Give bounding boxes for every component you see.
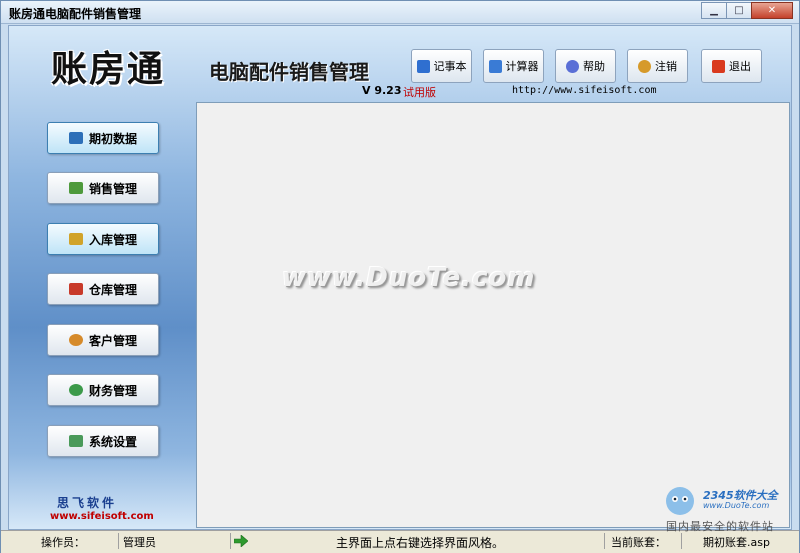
sidebar-item-initial-data[interactable]: 期初数据 xyxy=(47,122,159,154)
main-panel: 账房通 电脑配件销售管理 V 9.23 试用版 http://www.sifei… xyxy=(8,25,792,530)
logout-label: 注销 xyxy=(655,60,677,73)
sidebar-item-settings[interactable]: 系统设置 xyxy=(47,425,159,457)
company-brand: 思飞软件 xyxy=(57,496,118,510)
notepad-icon xyxy=(416,59,430,73)
sidebar-item-label: 销售管理 xyxy=(88,181,137,196)
status-divider xyxy=(604,533,605,549)
calculator-label: 计算器 xyxy=(505,60,539,73)
sales-icon xyxy=(68,182,83,194)
users-icon xyxy=(638,59,651,73)
minimize-button[interactable]: ▁ xyxy=(701,2,727,19)
notepad-label: 记事本 xyxy=(433,60,467,73)
sidebar-item-label: 入库管理 xyxy=(88,232,137,247)
badge-url: www.DuoTe.com xyxy=(703,501,770,510)
account-value: 期初账套.asp xyxy=(703,536,770,549)
status-divider xyxy=(681,533,682,549)
sidebar-item-label: 系统设置 xyxy=(88,434,137,449)
logout-button[interactable]: 注销 xyxy=(627,49,688,83)
help-button[interactable]: 帮助 xyxy=(555,49,616,83)
close-button[interactable]: ✕ xyxy=(751,2,793,19)
power-icon xyxy=(712,59,725,73)
app-logo: 账房通 xyxy=(51,48,166,90)
help-icon xyxy=(566,59,579,73)
site-badge: 2345软件大全 www.DuoTe.com 国内最安全的软件站 xyxy=(656,481,796,533)
workspace-area[interactable]: www.DuoTe.com xyxy=(196,102,790,528)
arrow-right-icon xyxy=(234,535,248,547)
title-bar[interactable]: 账房通电脑配件销售管理 ▁ □ ✕ xyxy=(1,1,799,24)
notepad-button[interactable]: 记事本 xyxy=(411,49,472,83)
sidebar-item-stock-in[interactable]: 入库管理 xyxy=(47,223,159,255)
operator-label: 操作员： xyxy=(41,536,85,549)
sidebar-item-label: 期初数据 xyxy=(88,131,137,146)
exit-button[interactable]: 退出 xyxy=(701,49,762,83)
help-label: 帮助 xyxy=(583,60,605,73)
edition-label: 试用版 xyxy=(403,86,436,99)
warehouse-icon xyxy=(68,283,83,295)
watermark: www.DuoTe.com xyxy=(282,263,536,293)
sidebar-item-label: 仓库管理 xyxy=(88,282,137,297)
badge-caption: 国内最安全的软件站 xyxy=(666,520,774,533)
maximize-button[interactable]: □ xyxy=(726,2,752,19)
status-divider xyxy=(118,533,119,549)
sidebar-item-warehouse[interactable]: 仓库管理 xyxy=(47,273,159,305)
mascot-icon xyxy=(666,487,694,515)
calculator-button[interactable]: 计算器 xyxy=(483,49,544,83)
exit-label: 退出 xyxy=(729,60,751,73)
version-label: V 9.23 xyxy=(362,84,402,97)
status-hint: 主界面上点右键选择界面风格。 xyxy=(336,536,505,550)
window-controls: ▁ □ ✕ xyxy=(701,2,793,19)
sidebar-item-sales[interactable]: 销售管理 xyxy=(47,172,159,204)
operator-value: 管理员 xyxy=(123,536,156,549)
account-label: 当前账套： xyxy=(611,536,666,549)
finance-icon xyxy=(68,384,83,396)
sidebar-item-finance[interactable]: 财务管理 xyxy=(47,374,159,406)
customers-icon xyxy=(68,334,83,346)
app-window: 账房通电脑配件销售管理 ▁ □ ✕ 账房通 电脑配件销售管理 V 9.23 试用… xyxy=(0,0,800,553)
company-url[interactable]: www.sifeisoft.com xyxy=(50,511,154,522)
package-icon xyxy=(68,233,83,245)
status-divider xyxy=(230,533,231,549)
sidebar-item-customers[interactable]: 客户管理 xyxy=(47,324,159,356)
book-icon xyxy=(68,132,83,144)
settings-icon xyxy=(68,435,83,447)
window-title: 账房通电脑配件销售管理 xyxy=(9,7,142,21)
app-subtitle: 电脑配件销售管理 xyxy=(209,60,369,84)
calculator-icon xyxy=(488,59,502,73)
sidebar-item-label: 客户管理 xyxy=(88,333,137,348)
sidebar-item-label: 财务管理 xyxy=(88,383,137,398)
website-url[interactable]: http://www.sifeisoft.com xyxy=(512,85,657,96)
